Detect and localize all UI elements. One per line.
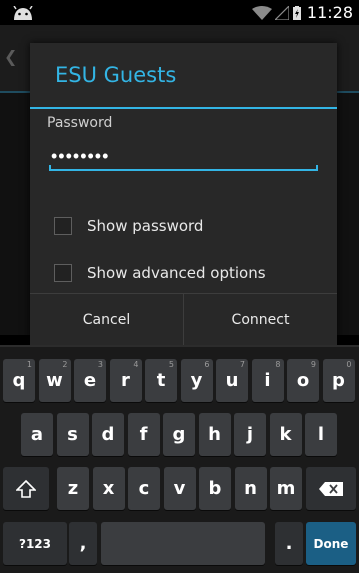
key-hint: 5 (168, 360, 174, 369)
battery-charging-icon (292, 5, 301, 20)
period-key[interactable]: . (275, 522, 303, 565)
key-label: c (138, 478, 150, 499)
key-e[interactable]: e3 (74, 359, 106, 402)
key-n[interactable]: n (234, 467, 267, 510)
key-label: e (83, 370, 97, 391)
status-icons: 11:28 (251, 3, 353, 22)
show-password-label: Show password (87, 217, 204, 235)
key-label: i (264, 370, 271, 391)
key-label: h (208, 424, 221, 445)
key-u[interactable]: u7 (216, 359, 248, 402)
key-k[interactable]: k (269, 413, 302, 456)
key-hint: 7 (239, 360, 245, 369)
key-label: r (121, 370, 130, 391)
password-underline (49, 165, 318, 171)
key-c[interactable]: c (128, 467, 160, 510)
password-label: Password (47, 115, 113, 131)
key-label: j (246, 424, 254, 445)
password-input[interactable] (49, 142, 317, 170)
key-g[interactable]: g (163, 413, 195, 456)
cancel-button[interactable]: Cancel (30, 294, 183, 346)
key-b[interactable]: b (199, 467, 231, 510)
wifi-icon (251, 5, 272, 20)
key-hint: 0 (346, 360, 352, 369)
android-notification-icon (13, 5, 33, 20)
backspace-icon (319, 481, 343, 496)
key-j[interactable]: j (234, 413, 266, 456)
advanced-options-checkbox[interactable] (54, 264, 72, 282)
key-hint: 1 (26, 360, 32, 369)
key-label: k (279, 424, 292, 445)
symbols-key[interactable]: ?123 (3, 522, 67, 565)
shift-key[interactable] (3, 467, 49, 510)
key-s[interactable]: s (56, 413, 89, 456)
advanced-options-row[interactable]: Show advanced options (54, 258, 266, 288)
soft-keyboard: ?123 , . Done q1w2e3r4t5y6u7i8o9p0asdfgh… (0, 345, 359, 573)
key-label: s (67, 424, 78, 445)
key-d[interactable]: d (92, 413, 124, 456)
key-t[interactable]: t5 (145, 359, 177, 402)
back-chevron-icon: ❮ (4, 47, 18, 66)
clock: 11:28 (306, 3, 353, 22)
title-divider (30, 107, 337, 109)
key-hint: 6 (204, 360, 210, 369)
backspace-key[interactable] (306, 467, 356, 510)
key-l[interactable]: l (305, 413, 337, 456)
show-password-row[interactable]: Show password (54, 211, 203, 241)
key-hint: 2 (62, 360, 68, 369)
key-r[interactable]: r4 (109, 359, 142, 402)
key-label: a (30, 424, 44, 445)
advanced-options-label: Show advanced options (87, 264, 266, 282)
dialog-title: ESU Guests (55, 63, 177, 87)
key-label: f (139, 424, 148, 445)
key-label: v (173, 478, 186, 499)
space-bar[interactable] (101, 522, 265, 565)
status-bar: 11:28 (0, 0, 359, 25)
done-key[interactable]: Done (306, 522, 356, 565)
key-p[interactable]: p0 (322, 359, 355, 402)
key-label: o (296, 370, 310, 391)
key-a[interactable]: a (21, 413, 53, 456)
key-v[interactable]: v (163, 467, 196, 510)
key-hint: 4 (133, 360, 139, 369)
key-q[interactable]: q1 (3, 359, 35, 402)
key-label: q (12, 370, 26, 391)
key-label: z (67, 478, 79, 499)
dialog-button-bar: Cancel Connect (30, 293, 337, 346)
connect-button[interactable]: Connect (184, 294, 337, 346)
key-label: x (102, 478, 115, 499)
key-f[interactable]: f (127, 413, 160, 456)
key-label: g (172, 424, 186, 445)
key-label: b (208, 478, 222, 499)
key-z[interactable]: z (57, 467, 89, 510)
key-label: p (332, 370, 345, 391)
key-i[interactable]: i8 (251, 359, 284, 402)
key-label: u (225, 370, 239, 391)
key-w[interactable]: w2 (38, 359, 71, 402)
key-label: w (46, 370, 63, 391)
key-y[interactable]: y6 (180, 359, 213, 402)
key-label: m (276, 478, 296, 499)
key-label: d (101, 424, 115, 445)
wifi-connect-dialog: ESU Guests Password Show password Show a… (30, 43, 337, 346)
key-m[interactable]: m (270, 467, 302, 510)
key-label: n (244, 478, 257, 499)
key-label: y (190, 370, 203, 391)
shift-arrow-icon (16, 479, 36, 498)
key-o[interactable]: o9 (287, 359, 319, 402)
key-hint: 3 (97, 360, 103, 369)
key-label: t (156, 370, 166, 391)
comma-key[interactable]: , (69, 522, 97, 565)
key-hint: 9 (310, 360, 316, 369)
key-x[interactable]: x (92, 467, 125, 510)
signal-icon (274, 5, 289, 20)
key-h[interactable]: h (198, 413, 231, 456)
key-hint: 8 (275, 360, 281, 369)
show-password-checkbox[interactable] (54, 217, 72, 235)
key-label: l (317, 424, 325, 445)
